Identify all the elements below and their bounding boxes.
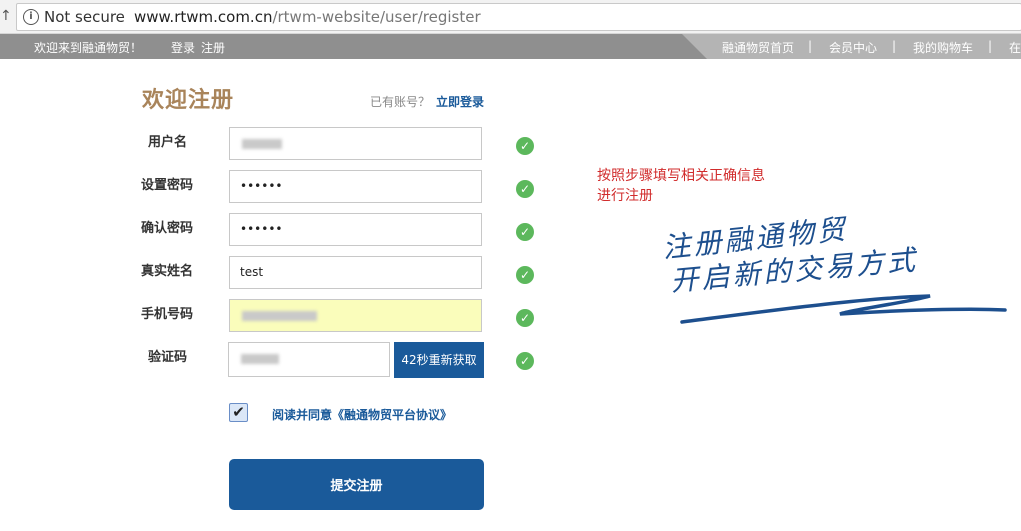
url-path: /rtwm-website/user/register bbox=[272, 8, 481, 26]
confirm-password-input[interactable]: •••••• bbox=[229, 213, 482, 246]
verification-code-valid-check-icon: ✓ bbox=[516, 352, 534, 370]
topbar-register-link[interactable]: 注册 bbox=[201, 39, 225, 56]
url-text[interactable]: www.rtwm.com.cn/rtwm-website/user/regist… bbox=[134, 8, 481, 26]
resend-code-button[interactable]: 42秒重新获取 bbox=[394, 342, 484, 378]
password-valid-check-icon: ✓ bbox=[516, 180, 534, 198]
agreement-link[interactable]: 阅读并同意《融通物贸平台协议》 bbox=[272, 406, 452, 423]
phone-input[interactable] bbox=[229, 299, 482, 332]
url-box[interactable]: i Not secure www.rtwm.com.cn/rtwm-websit… bbox=[16, 3, 1021, 31]
topbar-nav-cart[interactable]: 我的购物车 bbox=[913, 39, 973, 56]
phone-valid-check-icon: ✓ bbox=[516, 309, 534, 327]
phone-label: 手机号码 bbox=[141, 307, 194, 322]
username-label: 用户名 bbox=[148, 135, 188, 150]
topbar-login-link[interactable]: 登录 bbox=[171, 39, 195, 56]
topbar-nav-home[interactable]: 融通物贸首页 bbox=[722, 39, 794, 56]
username-valid-check-icon: ✓ bbox=[516, 137, 534, 155]
verification-code-label: 验证码 bbox=[148, 350, 188, 365]
back-arrow-icon[interactable]: ↑ bbox=[0, 8, 12, 24]
confirm-password-valid-check-icon: ✓ bbox=[516, 223, 534, 241]
have-account-text: 已有账号？ bbox=[370, 95, 431, 109]
submit-register-button[interactable]: 提交注册 bbox=[229, 459, 484, 510]
verification-code-input[interactable] bbox=[228, 342, 390, 377]
topbar-nav-more[interactable]: 在 bbox=[1009, 39, 1021, 56]
login-now-link[interactable]: 立即登录 bbox=[436, 93, 484, 110]
topbar-separator: | bbox=[892, 39, 897, 53]
info-icon[interactable]: i bbox=[23, 9, 39, 25]
topbar-separator: | bbox=[808, 39, 813, 53]
welcome-text: 欢迎来到融通物贸！ bbox=[34, 41, 143, 55]
instruction-annotation: 按照步骤填写相关正确信息 进行注册 bbox=[597, 166, 817, 206]
real-name-input[interactable]: test bbox=[229, 256, 482, 289]
real-name-label: 真实姓名 bbox=[141, 264, 194, 279]
browser-address-bar: ↑ i Not secure www.rtwm.com.cn/rtwm-webs… bbox=[0, 0, 1021, 34]
topbar-nav-member-center[interactable]: 会员中心 bbox=[829, 39, 877, 56]
redacted-value bbox=[241, 354, 279, 364]
site-top-bar: 欢迎来到融通物贸！ 登录 注册 融通物贸首页 | 会员中心 | 我的购物车 | … bbox=[0, 34, 1021, 59]
password-label: 设置密码 bbox=[141, 178, 194, 193]
not-secure-label: Not secure bbox=[44, 8, 125, 26]
username-input[interactable] bbox=[229, 127, 482, 160]
slogan-swoosh-graphic bbox=[680, 294, 1007, 324]
page-title: 欢迎注册 bbox=[142, 88, 235, 113]
topbar-wedge bbox=[682, 34, 707, 59]
real-name-valid-check-icon: ✓ bbox=[516, 266, 534, 284]
annotation-line-1: 按照步骤填写相关正确信息 bbox=[597, 168, 765, 184]
annotation-line-2: 进行注册 bbox=[597, 188, 653, 204]
password-input[interactable]: •••••• bbox=[229, 170, 482, 203]
confirm-password-label: 确认密码 bbox=[141, 221, 194, 236]
redacted-value bbox=[242, 139, 282, 149]
topbar-separator: | bbox=[988, 39, 993, 53]
redacted-value bbox=[242, 311, 317, 321]
agree-checkbox[interactable]: ✔ bbox=[229, 403, 248, 422]
url-host: www.rtwm.com.cn bbox=[134, 8, 273, 26]
